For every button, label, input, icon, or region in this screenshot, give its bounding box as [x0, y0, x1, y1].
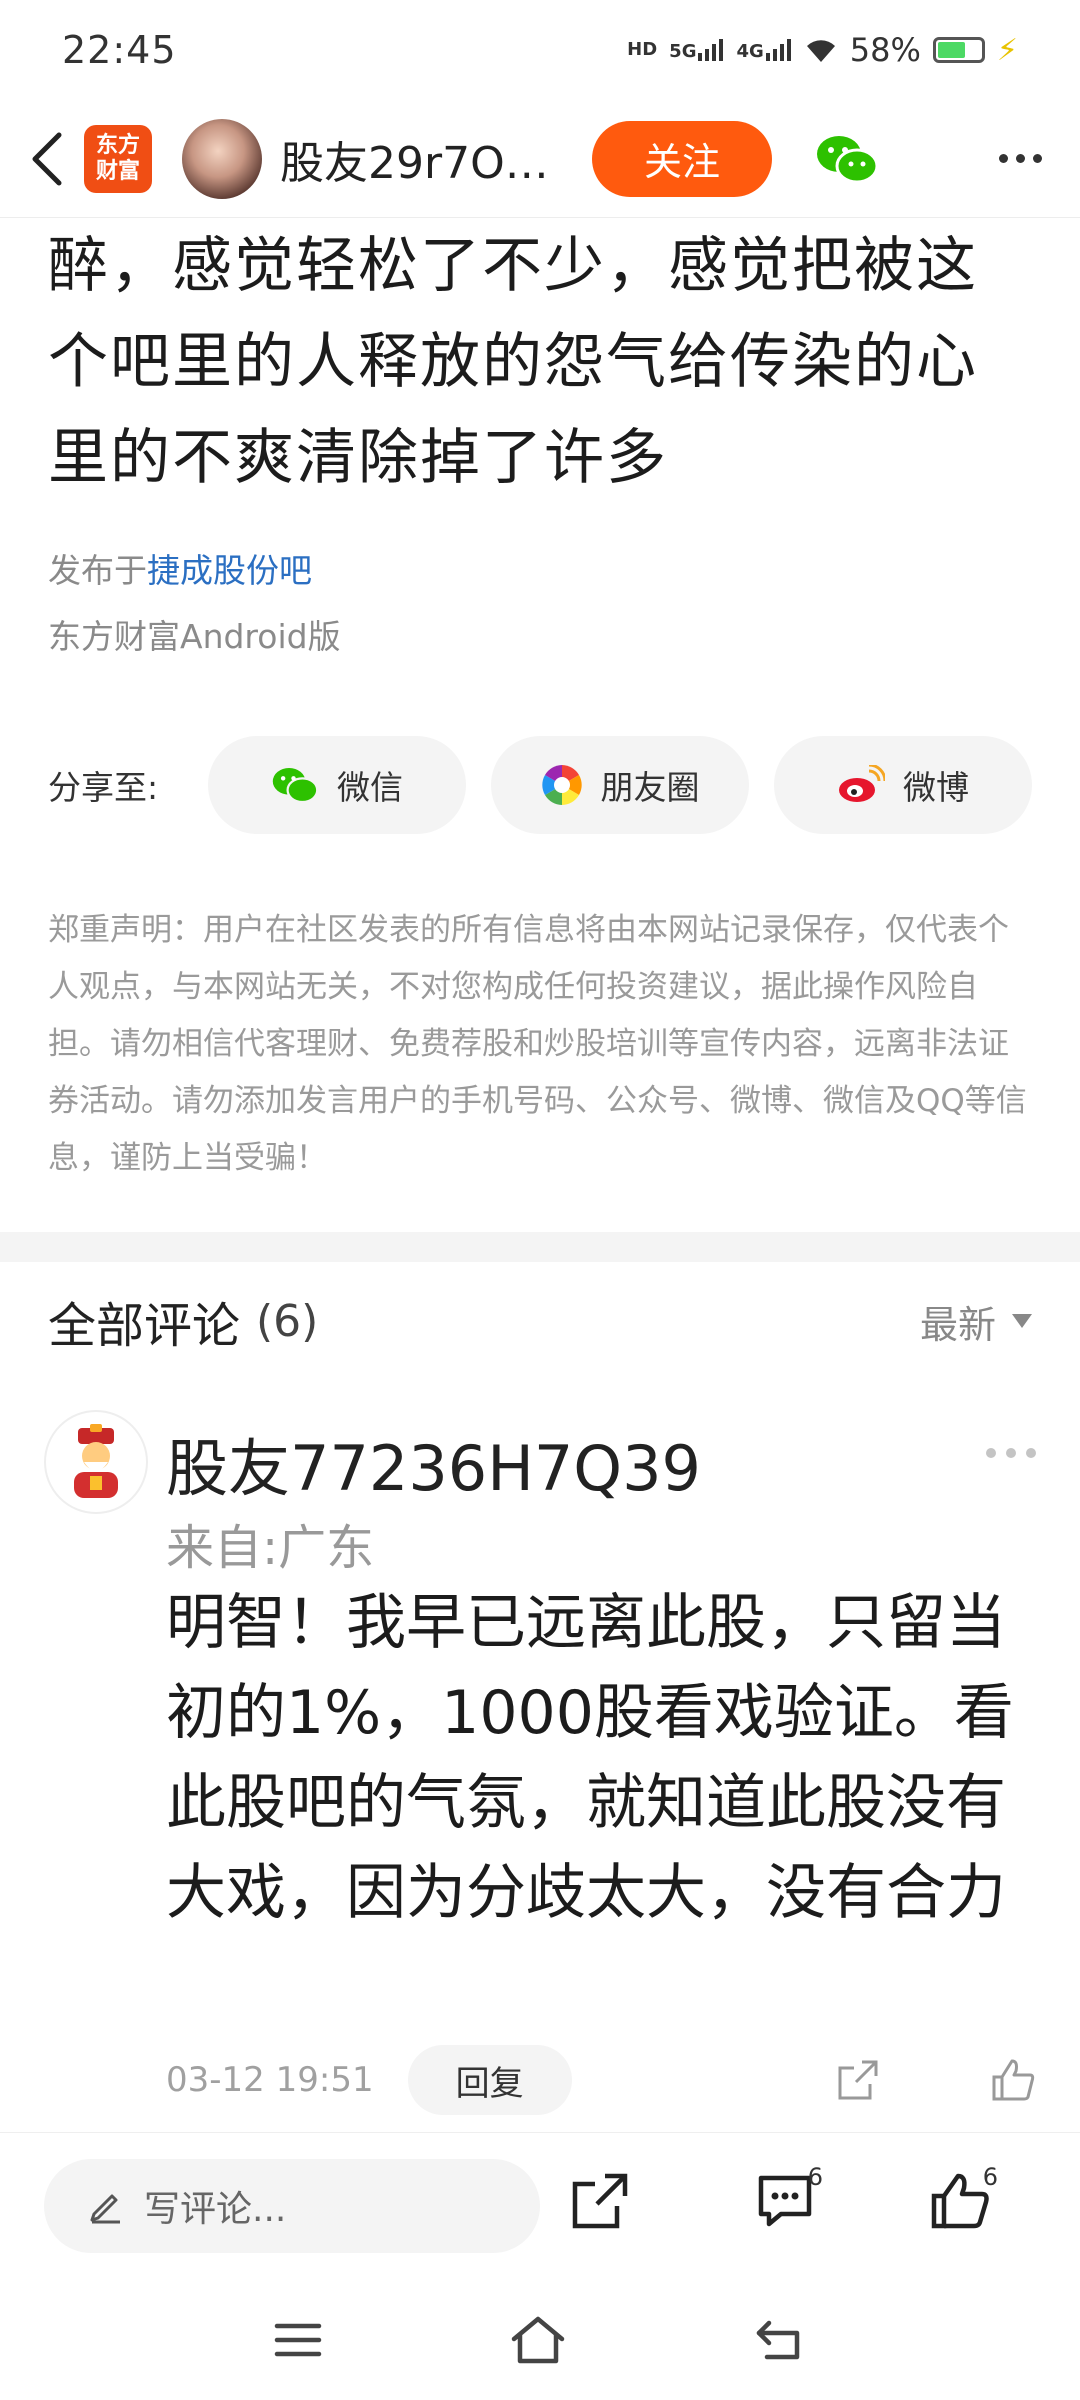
share-moments-button[interactable]: 朋友圈 [491, 736, 749, 834]
reply-button[interactable]: 回复 [407, 2045, 572, 2115]
weibo-icon [839, 765, 885, 802]
comment-bubble-icon [758, 2175, 812, 2227]
system-nav-bar [0, 2280, 1080, 2400]
more-options-button[interactable] [999, 154, 1042, 163]
thumbs-up-icon [931, 2173, 989, 2229]
comment-like-icon[interactable] [990, 2057, 1036, 2103]
author-avatar[interactable] [182, 118, 262, 199]
status-bar: 22:45 HD 5G 4G 58% ⚡ [0, 0, 1080, 100]
like-button[interactable]: 6 [920, 2161, 1000, 2241]
post-content: 醉，感觉轻松了不少，感觉把被这个吧里的人释放的怨气给传染的心里的不爽清除掉了许多… [48, 218, 1038, 658]
like-count-badge: 6 [982, 2163, 998, 2191]
share-icon [572, 2173, 628, 2229]
menu-icon[interactable] [273, 2320, 323, 2360]
commenter-name[interactable]: 股友77236H7Q39 [166, 1418, 701, 1508]
back-nav-icon[interactable] [753, 2317, 807, 2363]
commenter-avatar[interactable] [44, 1410, 148, 1514]
charging-icon: ⚡ [996, 32, 1018, 68]
comment-count-badge: 6 [807, 2163, 823, 2191]
commenter-location: 来自:广东 [166, 1520, 375, 1576]
status-icons: HD 5G 4G 58% ⚡ [627, 31, 1018, 69]
comment-more-button[interactable] [986, 1448, 1036, 1458]
app-logo[interactable]: 东方 财富 [84, 124, 152, 193]
comment-time: 03-12 19:51 [166, 2060, 374, 2100]
battery-percent: 58% [849, 31, 921, 69]
wifi-icon [806, 40, 835, 62]
share-label: 分享至: [48, 768, 159, 807]
wechat-icon [817, 135, 879, 183]
pencil-icon [90, 2194, 120, 2223]
author-name[interactable]: 股友29r7O… [280, 127, 580, 191]
share-row: 分享至: 微信 朋友圈 微博 [48, 736, 1038, 834]
comments-title: 全部评论 [48, 1298, 241, 1354]
battery-icon [932, 37, 985, 63]
home-icon[interactable] [508, 2315, 568, 2365]
follow-button[interactable]: 关注 [592, 120, 772, 197]
bottom-action-bar: 写评论... 6 6 [0, 2132, 1080, 2278]
comments-count: (6) [256, 1295, 319, 1347]
comments-header: 全部评论 (6) 最新 [0, 1262, 1080, 1380]
share-wechat-button[interactable]: 微信 [208, 736, 466, 834]
share-button[interactable] [560, 2161, 640, 2241]
comments-button[interactable]: 6 [745, 2161, 825, 2241]
write-comment-input[interactable]: 写评论... [44, 2158, 540, 2253]
sort-dropdown[interactable]: 最新 [920, 1294, 1032, 1349]
signal-4g-icon: 4G [736, 39, 791, 61]
comment-share-icon[interactable] [836, 2058, 880, 2102]
comment-text: 明智！我早已远离此股，只留当初的1%，1000股看戏验证。看此股吧的气氛，就知道… [166, 1588, 1014, 1928]
top-nav: 东方 财富 股友29r7O… 关注 [0, 100, 1080, 218]
signal-5g-icon: 5G [669, 39, 724, 61]
status-time: 22:45 [62, 28, 177, 72]
post-text: 醉，感觉轻松了不少，感觉把被这个吧里的人释放的怨气给传染的心里的不爽清除掉了许多 [48, 231, 978, 493]
back-arrow-icon [32, 132, 62, 185]
hd-indicator: HD [627, 39, 658, 60]
disclaimer-text: 郑重声明：用户在社区发表的所有信息将由本网站记录保存，仅代表个人观点，与本网站无… [48, 912, 1027, 1176]
comment-footer: 03-12 19:51 回复 [166, 2045, 1036, 2115]
fortune-god-avatar-icon [74, 1424, 118, 1498]
forum-link[interactable]: 捷成股份吧 [147, 551, 312, 590]
dropdown-triangle-icon [1012, 1314, 1032, 1328]
wechat-icon [272, 767, 319, 804]
back-button[interactable] [22, 119, 72, 199]
wechat-share-button[interactable] [812, 124, 882, 194]
post-client: 东方财富Android版 [48, 617, 341, 656]
post-forum-meta: 发布于捷成股份吧 [48, 551, 312, 590]
section-divider [0, 1232, 1080, 1262]
share-weibo-button[interactable]: 微博 [774, 736, 1032, 834]
moments-icon [541, 765, 582, 805]
